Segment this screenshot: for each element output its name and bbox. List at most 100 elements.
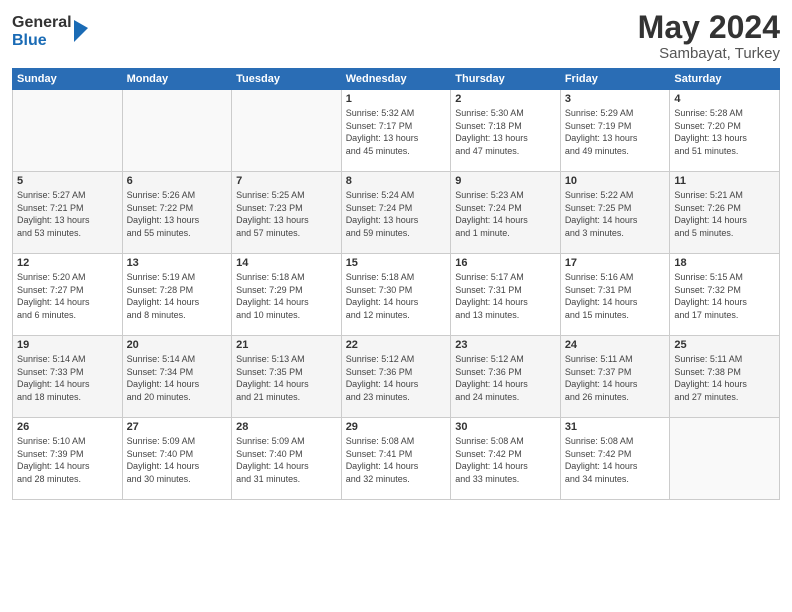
week-row-3: 19 Sunrise: 5:14 AM Sunset: 7:33 PM Dayli… (13, 336, 780, 418)
day-info: Sunrise: 5:26 AM Sunset: 7:22 PM Dayligh… (127, 189, 228, 239)
logo: General Blue (12, 14, 88, 49)
day-number: 30 (455, 421, 556, 433)
header: General Blue May 2024 Sambayat, Turkey (12, 10, 780, 62)
day-info: Sunrise: 5:08 AM Sunset: 7:41 PM Dayligh… (346, 435, 447, 485)
calendar-cell-w2-d1: 13 Sunrise: 5:19 AM Sunset: 7:28 PM Dayli… (122, 254, 232, 336)
day-number: 28 (236, 421, 337, 433)
day-info: Sunrise: 5:14 AM Sunset: 7:34 PM Dayligh… (127, 353, 228, 403)
calendar-cell-w4-d4: 30 Sunrise: 5:08 AM Sunset: 7:42 PM Dayli… (451, 418, 561, 500)
week-row-1: 5 Sunrise: 5:27 AM Sunset: 7:21 PM Daylig… (13, 172, 780, 254)
day-number: 1 (346, 93, 447, 105)
calendar-cell-w2-d5: 17 Sunrise: 5:16 AM Sunset: 7:31 PM Dayli… (560, 254, 670, 336)
day-info: Sunrise: 5:32 AM Sunset: 7:17 PM Dayligh… (346, 107, 447, 157)
day-info: Sunrise: 5:11 AM Sunset: 7:37 PM Dayligh… (565, 353, 666, 403)
day-number: 25 (674, 339, 775, 351)
calendar-cell-w3-d1: 20 Sunrise: 5:14 AM Sunset: 7:34 PM Dayli… (122, 336, 232, 418)
day-info: Sunrise: 5:12 AM Sunset: 7:36 PM Dayligh… (455, 353, 556, 403)
day-number: 26 (17, 421, 118, 433)
day-info: Sunrise: 5:21 AM Sunset: 7:26 PM Dayligh… (674, 189, 775, 239)
calendar-cell-w0-d6: 4 Sunrise: 5:28 AM Sunset: 7:20 PM Daylig… (670, 90, 780, 172)
day-number: 2 (455, 93, 556, 105)
day-number: 27 (127, 421, 228, 433)
day-info: Sunrise: 5:24 AM Sunset: 7:24 PM Dayligh… (346, 189, 447, 239)
logo-general-text: General (12, 14, 72, 32)
day-number: 9 (455, 175, 556, 187)
day-info: Sunrise: 5:16 AM Sunset: 7:31 PM Dayligh… (565, 271, 666, 321)
day-number: 23 (455, 339, 556, 351)
week-row-2: 12Sunrise: 5:20 AM Sunset: 7:27 PM Dayli… (13, 254, 780, 336)
calendar-cell-w3-d6: 25Sunrise: 5:11 AM Sunset: 7:38 PM Dayli… (670, 336, 780, 418)
calendar-cell-w3-d3: 22 Sunrise: 5:12 AM Sunset: 7:36 PM Dayli… (341, 336, 451, 418)
day-number: 19 (17, 339, 118, 351)
calendar-cell-w0-d2 (232, 90, 342, 172)
calendar-cell-w0-d4: 2 Sunrise: 5:30 AM Sunset: 7:18 PM Daylig… (451, 90, 561, 172)
day-number: 11 (674, 175, 775, 187)
day-number: 6 (127, 175, 228, 187)
week-row-4: 26 Sunrise: 5:10 AM Sunset: 7:39 PM Dayli… (13, 418, 780, 500)
day-number: 7 (236, 175, 337, 187)
title-block: May 2024 Sambayat, Turkey (638, 10, 780, 62)
calendar-cell-w4-d0: 26 Sunrise: 5:10 AM Sunset: 7:39 PM Dayli… (13, 418, 123, 500)
day-number: 4 (674, 93, 775, 105)
calendar-cell-w2-d3: 15Sunrise: 5:18 AM Sunset: 7:30 PM Dayli… (341, 254, 451, 336)
calendar-cell-w1-d5: 10 Sunrise: 5:22 AM Sunset: 7:25 PM Dayli… (560, 172, 670, 254)
calendar-cell-w1-d3: 8 Sunrise: 5:24 AM Sunset: 7:24 PM Daylig… (341, 172, 451, 254)
day-number: 22 (346, 339, 447, 351)
calendar-cell-w0-d3: 1 Sunrise: 5:32 AM Sunset: 7:17 PM Daylig… (341, 90, 451, 172)
logo-blue-text: Blue (12, 32, 72, 50)
day-number: 13 (127, 257, 228, 269)
header-thursday: Thursday (451, 69, 561, 90)
day-number: 24 (565, 339, 666, 351)
month-year-title: May 2024 (638, 10, 780, 45)
calendar-cell-w2-d6: 18 Sunrise: 5:15 AM Sunset: 7:32 PM Dayli… (670, 254, 780, 336)
day-info: Sunrise: 5:15 AM Sunset: 7:32 PM Dayligh… (674, 271, 775, 321)
day-number: 17 (565, 257, 666, 269)
week-row-0: 1 Sunrise: 5:32 AM Sunset: 7:17 PM Daylig… (13, 90, 780, 172)
calendar-cell-w0-d5: 3 Sunrise: 5:29 AM Sunset: 7:19 PM Daylig… (560, 90, 670, 172)
day-info: Sunrise: 5:19 AM Sunset: 7:28 PM Dayligh… (127, 271, 228, 321)
day-info: Sunrise: 5:13 AM Sunset: 7:35 PM Dayligh… (236, 353, 337, 403)
calendar-cell-w2-d2: 14 Sunrise: 5:18 AM Sunset: 7:29 PM Dayli… (232, 254, 342, 336)
day-info: Sunrise: 5:27 AM Sunset: 7:21 PM Dayligh… (17, 189, 118, 239)
calendar-cell-w4-d1: 27 Sunrise: 5:09 AM Sunset: 7:40 PM Dayli… (122, 418, 232, 500)
calendar-cell-w1-d0: 5 Sunrise: 5:27 AM Sunset: 7:21 PM Daylig… (13, 172, 123, 254)
day-info: Sunrise: 5:29 AM Sunset: 7:19 PM Dayligh… (565, 107, 666, 157)
day-info: Sunrise: 5:22 AM Sunset: 7:25 PM Dayligh… (565, 189, 666, 239)
calendar-cell-w4-d3: 29Sunrise: 5:08 AM Sunset: 7:41 PM Dayli… (341, 418, 451, 500)
calendar-table: Sunday Monday Tuesday Wednesday Thursday… (12, 68, 780, 500)
calendar-cell-w1-d2: 7 Sunrise: 5:25 AM Sunset: 7:23 PM Daylig… (232, 172, 342, 254)
day-number: 14 (236, 257, 337, 269)
header-monday: Monday (122, 69, 232, 90)
calendar-cell-w1-d6: 11 Sunrise: 5:21 AM Sunset: 7:26 PM Dayli… (670, 172, 780, 254)
day-info: Sunrise: 5:30 AM Sunset: 7:18 PM Dayligh… (455, 107, 556, 157)
day-info: Sunrise: 5:18 AM Sunset: 7:29 PM Dayligh… (236, 271, 337, 321)
calendar-cell-w1-d1: 6 Sunrise: 5:26 AM Sunset: 7:22 PM Daylig… (122, 172, 232, 254)
day-info: Sunrise: 5:12 AM Sunset: 7:36 PM Dayligh… (346, 353, 447, 403)
header-friday: Friday (560, 69, 670, 90)
day-info: Sunrise: 5:08 AM Sunset: 7:42 PM Dayligh… (565, 435, 666, 485)
day-info: Sunrise: 5:09 AM Sunset: 7:40 PM Dayligh… (236, 435, 337, 485)
logo-icon (74, 20, 88, 42)
day-number: 5 (17, 175, 118, 187)
day-info: Sunrise: 5:09 AM Sunset: 7:40 PM Dayligh… (127, 435, 228, 485)
calendar-cell-w4-d5: 31Sunrise: 5:08 AM Sunset: 7:42 PM Dayli… (560, 418, 670, 500)
day-number: 3 (565, 93, 666, 105)
calendar-cell-w3-d2: 21Sunrise: 5:13 AM Sunset: 7:35 PM Dayli… (232, 336, 342, 418)
header-wednesday: Wednesday (341, 69, 451, 90)
day-number: 20 (127, 339, 228, 351)
day-number: 18 (674, 257, 775, 269)
calendar-cell-w3-d4: 23 Sunrise: 5:12 AM Sunset: 7:36 PM Dayli… (451, 336, 561, 418)
calendar-cell-w0-d1 (122, 90, 232, 172)
day-number: 12 (17, 257, 118, 269)
day-info: Sunrise: 5:17 AM Sunset: 7:31 PM Dayligh… (455, 271, 556, 321)
day-info: Sunrise: 5:25 AM Sunset: 7:23 PM Dayligh… (236, 189, 337, 239)
day-info: Sunrise: 5:28 AM Sunset: 7:20 PM Dayligh… (674, 107, 775, 157)
day-info: Sunrise: 5:10 AM Sunset: 7:39 PM Dayligh… (17, 435, 118, 485)
day-number: 8 (346, 175, 447, 187)
day-number: 10 (565, 175, 666, 187)
calendar-cell-w2-d0: 12Sunrise: 5:20 AM Sunset: 7:27 PM Dayli… (13, 254, 123, 336)
day-info: Sunrise: 5:14 AM Sunset: 7:33 PM Dayligh… (17, 353, 118, 403)
day-number: 16 (455, 257, 556, 269)
day-number: 15 (346, 257, 447, 269)
day-info: Sunrise: 5:08 AM Sunset: 7:42 PM Dayligh… (455, 435, 556, 485)
